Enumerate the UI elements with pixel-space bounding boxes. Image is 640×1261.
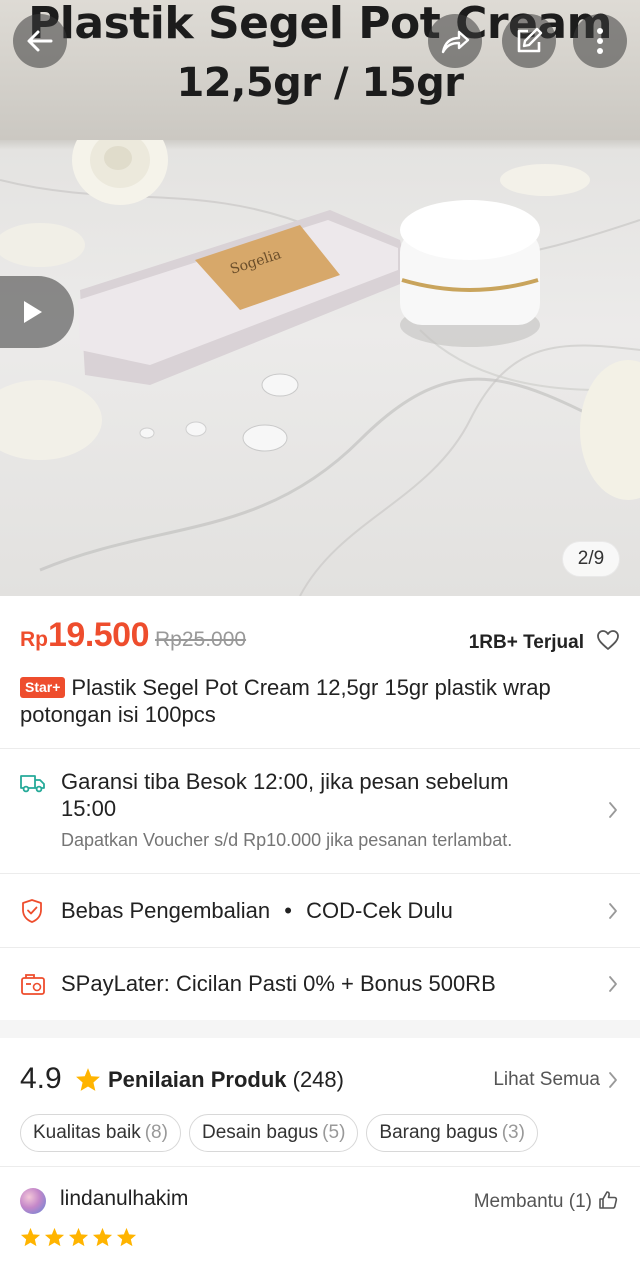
product-photo: Sogelia <box>0 140 640 596</box>
rating-tags: Kualitas baik (8) Desain bagus (5) Baran… <box>20 1114 538 1152</box>
rating-score: 4.9 <box>20 1062 62 1095</box>
star-icon <box>68 1227 89 1247</box>
share-icon <box>441 30 470 54</box>
helpful-button[interactable]: Membantu (1) <box>474 1191 592 1213</box>
tag-label: Desain bagus <box>201 1122 319 1143</box>
sold-count: 1RB+ Terjual <box>468 632 584 653</box>
reviewer-name[interactable]: lindanulhakim <box>60 1187 188 1211</box>
paylater-icon <box>21 974 45 995</box>
rating-tag[interactable]: Barang bagus (3) <box>366 1114 538 1152</box>
plastic-sheets: Sogelia <box>78 210 410 385</box>
star-icon <box>76 1068 100 1091</box>
more-vertical-icon <box>597 28 603 54</box>
product-ratings-section: 4.9 Penilaian Produk (248) Lihat Semua K… <box>0 1038 640 1261</box>
chevron-right-icon <box>609 802 617 818</box>
product-summary: Rp 19.500 Rp25.000 1RB+ Terjual Star+ Pla… <box>0 596 640 748</box>
rating-label: Penilaian Produk <box>108 1067 287 1092</box>
heart-icon[interactable] <box>596 629 620 651</box>
star-icon <box>44 1227 65 1247</box>
product-title: Star+ Plastik Segel Pot Cream 12,5gr 15gr… <box>20 674 620 728</box>
review-stars <box>20 1227 137 1247</box>
product-image-carousel[interactable]: Plastik Segel Pot Cream 12,5gr / 15gr So… <box>0 0 640 596</box>
shipping-subtitle: Dapatkan Voucher s/d Rp10.000 jika pesan… <box>61 830 513 850</box>
star-icon <box>116 1227 137 1247</box>
chevron-right-icon[interactable] <box>608 1071 618 1089</box>
cream-pot <box>400 200 540 347</box>
flower-top-left <box>72 140 168 205</box>
chevron-right-icon <box>609 976 617 992</box>
returns-text: Bebas Pengembalian • COD-Cek Dulu <box>61 897 453 924</box>
tag-count: (8) <box>144 1122 168 1143</box>
rating-tag[interactable]: Desain bagus (5) <box>188 1114 359 1152</box>
rating-count: (248) <box>292 1067 344 1092</box>
returns-cod-row[interactable]: Bebas Pengembalian • COD-Cek Dulu <box>0 874 640 947</box>
more-button[interactable] <box>573 14 627 68</box>
image-counter: 2/9 <box>562 541 620 577</box>
thumbs-up-icon[interactable] <box>598 1190 618 1210</box>
arrow-left-icon <box>27 30 53 52</box>
product-title-text: Plastik Segel Pot Cream 12,5gr 15gr plas… <box>20 675 551 727</box>
tag-label: Kualitas baik <box>33 1122 141 1143</box>
shield-check-icon <box>22 899 42 923</box>
tag-count: (5) <box>322 1122 346 1143</box>
play-icon <box>24 301 42 323</box>
price-value: 19.500 <box>48 616 150 654</box>
edit-icon <box>517 27 543 53</box>
avatar[interactable] <box>20 1188 46 1214</box>
spaylater-row[interactable]: SPayLater: Cicilan Pasti 0% + Bonus 500R… <box>0 948 640 1020</box>
shipping-title: Garansi tiba Besok 12:00, jika pesan seb… <box>61 769 509 821</box>
truck-icon <box>20 775 45 793</box>
shipping-guarantee-row[interactable]: Garansi tiba Besok 12:00, jika pesan seb… <box>0 749 640 873</box>
star-plus-badge: Star+ <box>20 677 66 698</box>
see-all-link[interactable]: Lihat Semua <box>493 1069 600 1091</box>
divider <box>0 1166 640 1167</box>
tag-count: (3) <box>501 1122 525 1143</box>
image-title-line2: 12,5gr / 15gr <box>176 60 464 106</box>
star-icon <box>92 1227 113 1247</box>
original-price: Rp25.000 <box>155 628 247 651</box>
rating-title: Penilaian Produk (248) <box>108 1067 344 1093</box>
play-video-button[interactable] <box>0 276 74 348</box>
chevron-right-icon <box>609 903 617 919</box>
share-button[interactable] <box>428 14 482 68</box>
spaylater-text: SPayLater: Cicilan Pasti 0% + Bonus 500R… <box>61 971 496 996</box>
back-button[interactable] <box>13 14 67 68</box>
tag-label: Barang bagus <box>379 1122 498 1143</box>
star-icon <box>20 1227 41 1247</box>
rating-tag[interactable]: Kualitas baik (8) <box>20 1114 181 1152</box>
separator-dot: • <box>284 898 292 923</box>
free-returns-label: Bebas Pengembalian <box>61 898 271 923</box>
price-row: Rp 19.500 Rp25.000 <box>20 616 246 655</box>
edit-button[interactable] <box>502 14 556 68</box>
cod-label: COD-Cek Dulu <box>306 898 453 923</box>
price-currency: Rp <box>20 628 48 651</box>
